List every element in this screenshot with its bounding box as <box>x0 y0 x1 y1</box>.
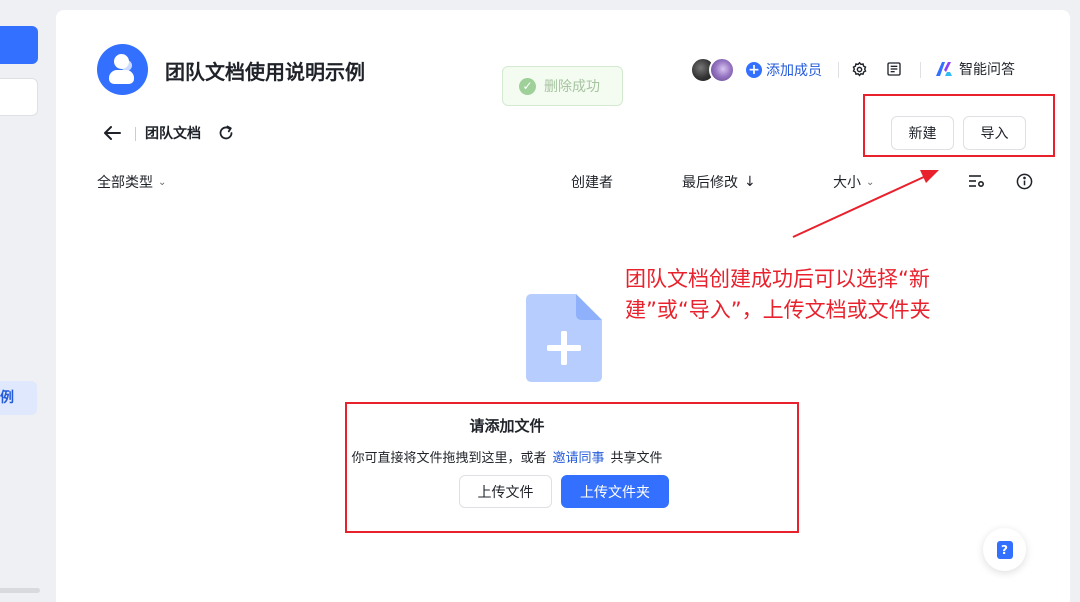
info-icon[interactable] <box>1014 171 1034 191</box>
check-circle-icon: ✓ <box>519 77 536 95</box>
chevron-down-icon: ⌄ <box>866 176 875 188</box>
ai-logo-icon <box>936 62 952 76</box>
new-button[interactable]: 新建 <box>891 116 954 150</box>
chevron-down-icon: ⌄ <box>158 176 167 188</box>
breadcrumb-divider <box>135 127 136 141</box>
column-header-last-modified[interactable]: 最后修改 ↓ <box>682 172 756 192</box>
column-header-label: 大小 <box>833 175 861 191</box>
empty-state-desc-prefix: 你可直接将文件拖拽到这里，或者 <box>351 451 547 466</box>
help-icon: ? <box>996 540 1013 559</box>
refresh-icon[interactable] <box>217 124 235 142</box>
sidebar-primary-button[interactable] <box>0 26 38 64</box>
sidebar-item-label: 示例 <box>0 390 14 406</box>
sidebar-scrollbar[interactable] <box>0 588 40 593</box>
add-member-label: 添加成员 <box>766 63 822 79</box>
column-header-size[interactable]: 大小 ⌄ <box>833 172 874 192</box>
avatar[interactable] <box>709 57 735 83</box>
column-header-label: 创建者 <box>571 175 613 191</box>
sidebar-item-active[interactable]: 示例 <box>0 381 37 415</box>
ai-qa-button[interactable]: 智能问答 <box>935 59 1015 79</box>
header-divider <box>920 62 921 78</box>
breadcrumb[interactable]: 团队文档 <box>145 123 201 143</box>
help-button[interactable]: ? <box>983 528 1026 571</box>
document-list-icon[interactable] <box>884 59 904 79</box>
add-member-button[interactable]: + 添加成员 <box>746 60 822 80</box>
sidebar-secondary-button[interactable] <box>0 78 38 116</box>
ai-qa-label: 智能问答 <box>959 62 1015 78</box>
invite-colleague-link[interactable]: 邀请同事 <box>552 451 604 466</box>
column-header-label: 最后修改 <box>682 175 738 191</box>
toast-message: 删除成功 <box>544 79 600 95</box>
page-title: 团队文档使用说明示例 <box>165 60 365 84</box>
type-filter-dropdown[interactable]: 全部类型 ⌄ <box>97 172 166 192</box>
plus-circle-icon: + <box>746 62 762 78</box>
empty-state-title: 请添加文件 <box>469 417 545 435</box>
settings-gear-icon[interactable] <box>849 59 869 79</box>
back-arrow-icon[interactable] <box>102 124 122 142</box>
team-avatar-icon <box>97 44 148 95</box>
import-button[interactable]: 导入 <box>963 116 1026 150</box>
upload-folder-button[interactable]: 上传文件夹 <box>561 475 669 508</box>
sort-down-arrow-icon: ↓ <box>744 174 756 190</box>
empty-state-description: 你可直接将文件拖拽到这里，或者 邀请同事 共享文件 <box>300 447 714 466</box>
annotation-text: 团队文档创建成功后可以选择“新建”或“导入”，上传文档或文件夹 <box>625 267 931 322</box>
type-filter-label: 全部类型 <box>97 175 153 191</box>
column-header-creator[interactable]: 创建者 <box>571 172 613 192</box>
empty-state-desc-suffix: 共享文件 <box>610 451 663 466</box>
upload-file-button[interactable]: 上传文件 <box>459 475 552 508</box>
view-settings-icon[interactable] <box>966 171 986 191</box>
add-file-icon <box>526 294 602 382</box>
toast-notification: ✓ 删除成功 <box>502 66 623 106</box>
left-sidebar: 示例 <box>0 0 46 602</box>
header-divider <box>838 62 839 78</box>
member-avatars[interactable] <box>690 57 738 83</box>
